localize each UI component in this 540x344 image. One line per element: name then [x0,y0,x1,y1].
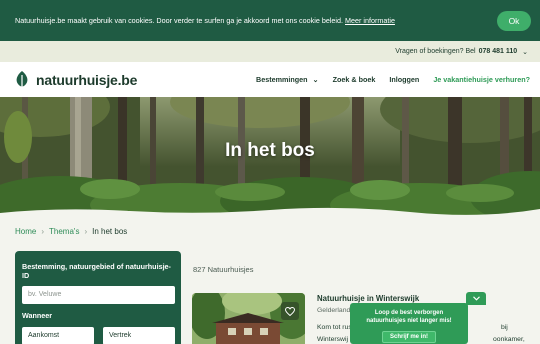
chevron-right-icon: › [41,227,45,236]
contact-phone-number[interactable]: 078 481 110 [479,48,518,55]
newsletter-message: Loop de best verborgen natuurhuisjes nie… [366,310,452,324]
desc-line-1-start: Kom tot rus [317,324,352,331]
cookie-text-wrap: Natuurhuisje.be maakt gebruik van cookie… [15,16,497,25]
heart-icon [285,306,295,316]
arrival-date-field[interactable]: Aankomst [22,327,94,344]
nav-zoek-boek[interactable]: Zoek & boek [333,75,376,84]
desc-line-2-start: Winterswij [317,336,348,343]
when-label: Wanneer [22,311,53,320]
hero-title: In het bos [225,140,315,161]
chevron-down-icon [472,296,480,301]
result-location: Gelderland [317,307,351,314]
nav-bestemmingen[interactable]: Bestemmingen ⌄ [256,75,319,84]
destination-label: Bestemming, natuurgebied of natuurhuisje… [22,262,171,280]
favorite-button[interactable] [281,302,299,320]
site-header: natuurhuisje.be Bestemmingen ⌄ Zoek & bo… [0,62,540,97]
nav-label: Bestemmingen [256,75,308,84]
breadcrumb: Home › Thema's › In het bos [15,227,127,236]
departure-date-field[interactable]: Vertrek [103,327,175,344]
popup-collapse-button[interactable] [466,292,486,305]
cookie-banner: Natuurhuisje.be maakt gebruik van cookie… [0,0,540,41]
search-panel: Bestemming, natuurgebied of natuurhuisje… [15,251,181,344]
contact-strip[interactable]: Vragen of boekingen? Bel 078 481 110 ⌄ [0,41,540,62]
result-card-image[interactable] [192,293,305,344]
chevron-right-icon: › [84,227,88,236]
main-nav: Bestemmingen ⌄ Zoek & boek Inloggen Je v… [242,75,530,84]
breadcrumb-home[interactable]: Home [15,227,36,236]
contact-label: Vragen of boekingen? Bel [395,48,476,55]
breadcrumb-themas[interactable]: Thema's [49,227,79,236]
results-count: 827 Natuurhuisjes [193,265,254,274]
nav-verhuren[interactable]: Je vakantiehuisje verhuren? [433,75,530,84]
date-fields: Aankomst Vertrek [22,327,175,344]
chevron-down-icon[interactable]: ⌄ [522,48,528,56]
brand-name: natuurhuisje.be [36,71,138,88]
hero-banner: In het bos [0,97,540,215]
cookie-ok-button[interactable]: Ok [497,10,531,31]
desc-line-1-end: bij [501,324,508,331]
chevron-down-icon: ⌄ [312,75,319,84]
nav-inloggen[interactable]: Inloggen [389,75,419,84]
breadcrumb-current: In het bos [92,227,128,236]
newsletter-signup-button[interactable]: Schrijf me in! [381,331,436,343]
desc-line-2-end: oonkamer, [493,336,525,343]
cookie-text: Natuurhuisje.be maakt gebruik van cookie… [15,16,344,25]
result-title[interactable]: Natuurhuisje in Winterswijk [317,294,419,303]
cookie-more-info-link[interactable]: Meer informatie [345,16,395,25]
destination-input[interactable]: bv. Veluwe [22,286,175,304]
leaf-logo-icon [16,71,28,88]
newsletter-popup: Loop de best verborgen natuurhuisjes nie… [350,303,468,344]
site-logo[interactable]: natuurhuisje.be [15,71,137,88]
